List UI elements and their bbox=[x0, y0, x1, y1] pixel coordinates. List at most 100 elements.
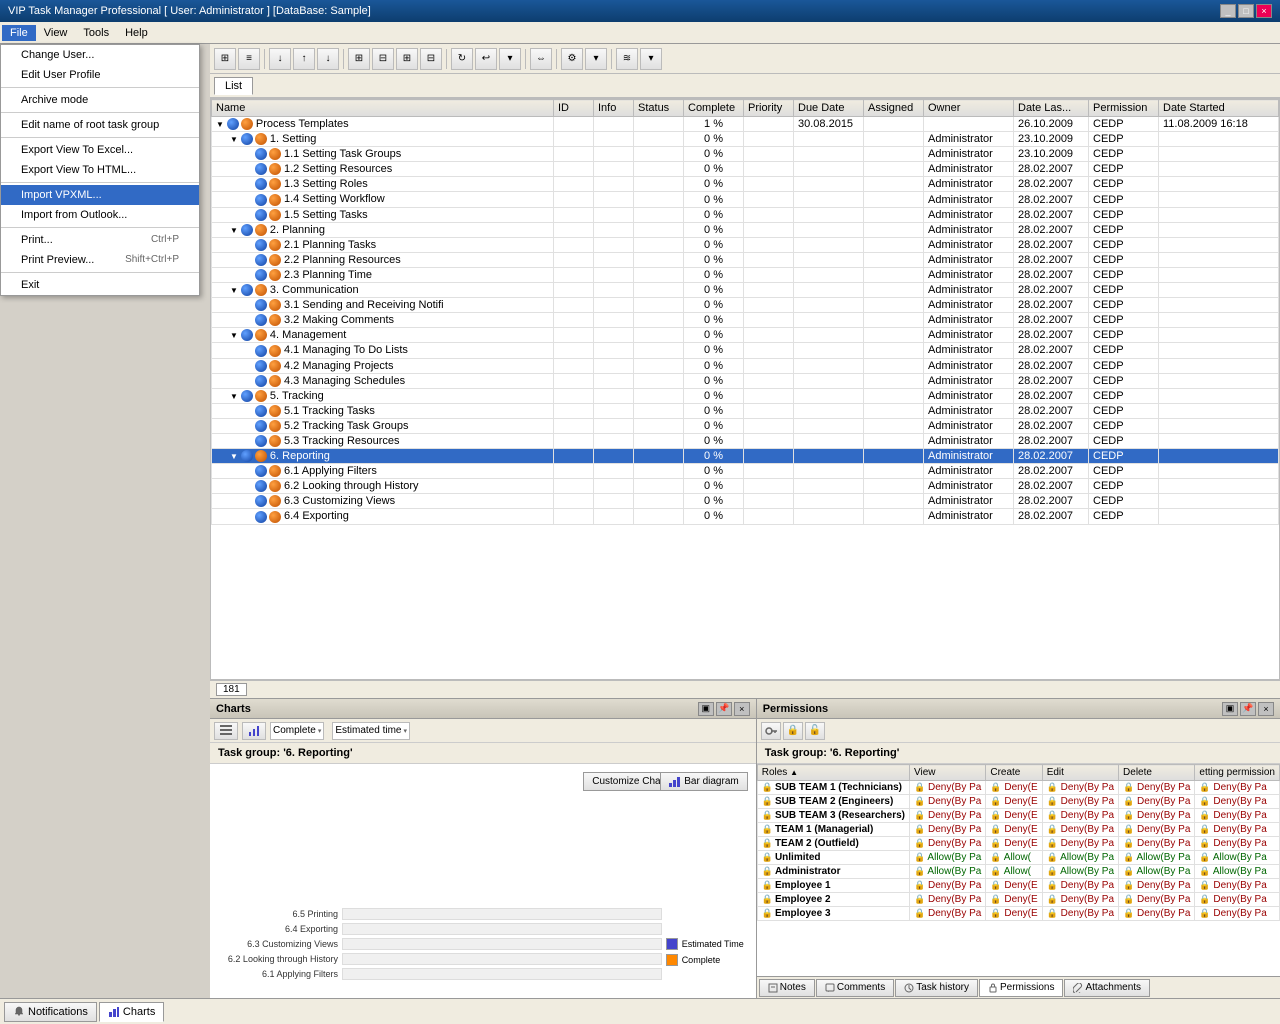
toolbar-refresh[interactable]: ↻ bbox=[451, 48, 473, 70]
chart-icon-btn-1[interactable] bbox=[214, 722, 238, 740]
perm-btn-2[interactable]: 🔒 bbox=[783, 722, 803, 740]
menu-edit-profile[interactable]: Edit User Profile bbox=[1, 65, 199, 85]
task-name-cell[interactable]: ▼2. Planning bbox=[212, 222, 554, 237]
expand-icon[interactable]: ▼ bbox=[230, 392, 238, 401]
col-owner[interactable]: Owner bbox=[924, 100, 1014, 117]
chart-icon-btn-2[interactable] bbox=[242, 722, 266, 740]
toolbar-btn-2[interactable]: ≡ bbox=[238, 48, 260, 70]
col-name[interactable]: Name bbox=[212, 100, 554, 117]
table-row[interactable]: 4.2 Managing Projects0 %Administrator28.… bbox=[212, 358, 1279, 373]
expand-icon[interactable]: ▼ bbox=[230, 286, 238, 295]
tab-list[interactable]: List bbox=[214, 77, 253, 95]
toolbar-expand-all[interactable]: ⊞ bbox=[396, 48, 418, 70]
perm-col-delete[interactable]: Delete bbox=[1119, 765, 1195, 781]
toolbar-dropdown-1[interactable]: ▾ bbox=[499, 48, 521, 70]
task-name-cell[interactable]: ▼5. Tracking bbox=[212, 388, 554, 403]
table-row[interactable]: 1.4 Setting Workflow0 %Administrator28.0… bbox=[212, 192, 1279, 207]
menu-import-vpxml[interactable]: Import VPXML... bbox=[1, 185, 199, 205]
col-status[interactable]: Status bbox=[634, 100, 684, 117]
toolbar-link[interactable]: ⇔ bbox=[530, 48, 552, 70]
col-datelast[interactable]: Date Las... bbox=[1014, 100, 1089, 117]
toolbar-move-down[interactable]: ↓ bbox=[317, 48, 339, 70]
task-name-cell[interactable]: 4.3 Managing Schedules bbox=[212, 373, 554, 388]
perm-col-roles[interactable]: Roles ▲ bbox=[757, 765, 909, 781]
task-name-cell[interactable]: 1.4 Setting Workflow bbox=[212, 192, 554, 207]
col-priority[interactable]: Priority bbox=[744, 100, 794, 117]
task-name-cell[interactable]: ▼Process Templates bbox=[212, 117, 554, 132]
perms-close-btn[interactable]: × bbox=[1258, 702, 1274, 716]
charts-restore-btn[interactable]: ▣ bbox=[698, 702, 714, 716]
task-name-cell[interactable]: 6.3 Customizing Views bbox=[212, 494, 554, 509]
task-name-cell[interactable]: ▼1. Setting bbox=[212, 132, 554, 147]
perm-table-row[interactable]: 🔒SUB TEAM 1 (Technicians)🔒 Deny(By Pa🔒 D… bbox=[757, 781, 1279, 795]
perm-btn-3[interactable]: 🔓 bbox=[805, 722, 825, 740]
perm-tab-notes[interactable]: Notes bbox=[759, 979, 815, 997]
toolbar-settings[interactable]: ⚙ bbox=[561, 48, 583, 70]
tab-notifications[interactable]: Notifications bbox=[4, 1002, 97, 1022]
task-name-cell[interactable]: 2.1 Planning Tasks bbox=[212, 237, 554, 252]
table-row[interactable]: ▼Process Templates1 %30.08.201526.10.200… bbox=[212, 117, 1279, 132]
toolbar-btn-1[interactable]: ⊞ bbox=[214, 48, 236, 70]
menu-help[interactable]: Help bbox=[117, 25, 156, 41]
menu-export-html[interactable]: Export View To HTML... bbox=[1, 160, 199, 180]
expand-icon[interactable]: ▼ bbox=[230, 452, 238, 461]
toolbar-dropdown-3[interactable]: ▾ bbox=[640, 48, 662, 70]
menu-print[interactable]: Print... Ctrl+P bbox=[1, 230, 199, 250]
table-row[interactable]: 1.1 Setting Task Groups0 %Administrator2… bbox=[212, 147, 1279, 162]
perm-table-row[interactable]: 🔒Employee 3🔒 Deny(By Pa🔒 Deny(E🔒 Deny(By… bbox=[757, 907, 1279, 921]
task-name-cell[interactable]: ▼4. Management bbox=[212, 328, 554, 343]
perm-table-row[interactable]: 🔒SUB TEAM 3 (Researchers)🔒 Deny(By Pa🔒 D… bbox=[757, 809, 1279, 823]
menu-change-user[interactable]: Change User... bbox=[1, 45, 199, 65]
table-row[interactable]: 2.2 Planning Resources0 %Administrator28… bbox=[212, 252, 1279, 267]
table-row[interactable]: ▼3. Communication0 %Administrator28.02.2… bbox=[212, 283, 1279, 298]
perm-col-setting[interactable]: etting permission bbox=[1195, 765, 1280, 781]
col-datestarted[interactable]: Date Started bbox=[1159, 100, 1279, 117]
task-name-cell[interactable]: 4.2 Managing Projects bbox=[212, 358, 554, 373]
expand-icon[interactable]: ▼ bbox=[230, 226, 238, 235]
perm-btn-1[interactable] bbox=[761, 722, 781, 740]
bar-diagram-btn[interactable]: Bar diagram bbox=[660, 772, 747, 791]
perm-table-row[interactable]: 🔒TEAM 2 (Outfield)🔒 Deny(By Pa🔒 Deny(E🔒 … bbox=[757, 837, 1279, 851]
perm-tab-comments[interactable]: Comments bbox=[816, 979, 894, 997]
task-name-cell[interactable]: ▼6. Reporting bbox=[212, 449, 554, 464]
table-row[interactable]: 1.3 Setting Roles0 %Administrator28.02.2… bbox=[212, 177, 1279, 192]
task-name-cell[interactable]: 3.2 Making Comments bbox=[212, 313, 554, 328]
table-row[interactable]: 6.4 Exporting0 %Administrator28.02.2007C… bbox=[212, 509, 1279, 524]
toolbar-undo[interactable]: ↩ bbox=[475, 48, 497, 70]
estimated-tab-selector[interactable]: Estimated time ▾ bbox=[332, 722, 410, 740]
tab-charts[interactable]: Charts bbox=[99, 1002, 164, 1022]
task-name-cell[interactable]: 4.1 Managing To Do Lists bbox=[212, 343, 554, 358]
perm-table-row[interactable]: 🔒SUB TEAM 2 (Engineers)🔒 Deny(By Pa🔒 Den… bbox=[757, 795, 1279, 809]
menu-archive-mode[interactable]: Archive mode bbox=[1, 90, 199, 110]
charts-pin-btn[interactable]: 📌 bbox=[716, 702, 732, 716]
table-row[interactable]: 3.2 Making Comments0 %Administrator28.02… bbox=[212, 313, 1279, 328]
menu-print-preview[interactable]: Print Preview... Shift+Ctrl+P bbox=[1, 250, 199, 270]
col-duedate[interactable]: Due Date bbox=[794, 100, 864, 117]
table-row[interactable]: 1.5 Setting Tasks0 %Administrator28.02.2… bbox=[212, 207, 1279, 222]
maximize-btn[interactable]: □ bbox=[1238, 4, 1254, 18]
menu-tools[interactable]: Tools bbox=[75, 25, 117, 41]
charts-close-btn[interactable]: × bbox=[734, 702, 750, 716]
perm-table-row[interactable]: 🔒TEAM 1 (Managerial)🔒 Deny(By Pa🔒 Deny(E… bbox=[757, 823, 1279, 837]
table-row[interactable]: 5.3 Tracking Resources0 %Administrator28… bbox=[212, 433, 1279, 448]
table-row[interactable]: ▼6. Reporting0 %Administrator28.02.2007C… bbox=[212, 449, 1279, 464]
task-name-cell[interactable]: 6.2 Looking through History bbox=[212, 479, 554, 494]
toolbar-collapse-all[interactable]: ⊟ bbox=[420, 48, 442, 70]
table-row[interactable]: ▼1. Setting0 %Administrator23.10.2009CED… bbox=[212, 132, 1279, 147]
perm-table-row[interactable]: 🔒Employee 1🔒 Deny(By Pa🔒 Deny(E🔒 Deny(By… bbox=[757, 879, 1279, 893]
table-row[interactable]: 2.1 Planning Tasks0 %Administrator28.02.… bbox=[212, 237, 1279, 252]
perm-col-create[interactable]: Create bbox=[986, 765, 1042, 781]
toolbar-expand[interactable]: ⊞ bbox=[348, 48, 370, 70]
col-permission[interactable]: Permission bbox=[1089, 100, 1159, 117]
col-id[interactable]: ID bbox=[554, 100, 594, 117]
table-row[interactable]: ▼5. Tracking0 %Administrator28.02.2007CE… bbox=[212, 388, 1279, 403]
table-row[interactable]: 6.2 Looking through History0 %Administra… bbox=[212, 479, 1279, 494]
close-btn[interactable]: × bbox=[1256, 4, 1272, 18]
task-name-cell[interactable]: 2.2 Planning Resources bbox=[212, 252, 554, 267]
perm-table-row[interactable]: 🔒Employee 2🔒 Deny(By Pa🔒 Deny(E🔒 Deny(By… bbox=[757, 893, 1279, 907]
toolbar-collapse[interactable]: ⊟ bbox=[372, 48, 394, 70]
task-name-cell[interactable]: 1.2 Setting Resources bbox=[212, 162, 554, 177]
table-row[interactable]: 6.1 Applying Filters0 %Administrator28.0… bbox=[212, 464, 1279, 479]
menu-edit-root-name[interactable]: Edit name of root task group bbox=[1, 115, 199, 135]
task-name-cell[interactable]: 5.3 Tracking Resources bbox=[212, 433, 554, 448]
